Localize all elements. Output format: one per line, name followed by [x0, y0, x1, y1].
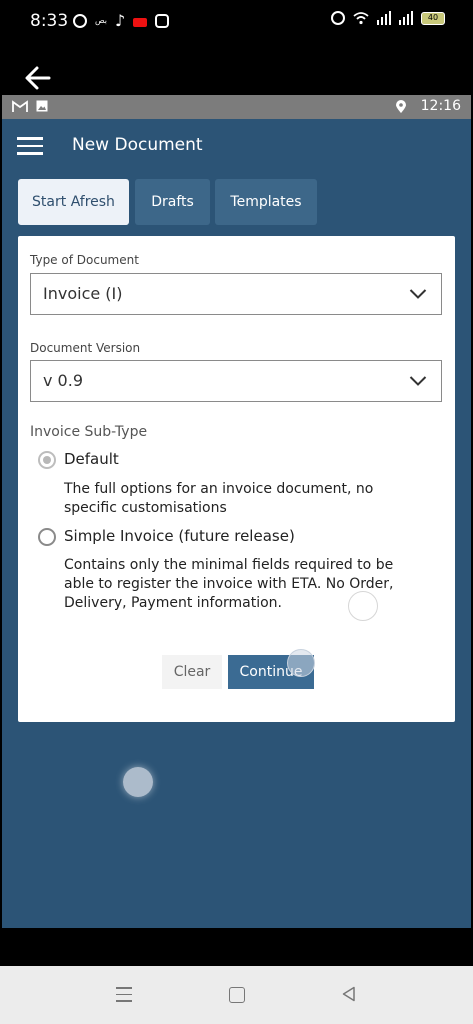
wifi-icon — [353, 12, 369, 25]
gmail-icon — [12, 100, 28, 112]
notification-icons: بص ♪ — [73, 11, 170, 30]
signal-icon — [377, 11, 391, 25]
instagram-icon — [155, 13, 170, 28]
phone-clock: 8:33 — [30, 11, 69, 31]
chevron-down-icon — [409, 376, 427, 386]
emulator-clock: 12:16 — [420, 98, 461, 114]
radio-simple-invoice[interactable] — [38, 528, 56, 546]
back-icon[interactable] — [341, 986, 357, 1002]
tab-start-afresh[interactable]: Start Afresh — [18, 179, 129, 225]
app-badge: بص — [95, 16, 108, 25]
system-icons: 40 — [331, 11, 445, 25]
location-icon — [396, 100, 406, 113]
signal-icon-2 — [399, 11, 413, 25]
document-type-label: Type of Document — [30, 253, 139, 267]
alarm-icon — [331, 11, 345, 25]
emulator-status-bar: 12:16 — [2, 95, 471, 119]
whatsapp-icon — [73, 13, 87, 28]
document-version-value: v 0.9 — [43, 371, 83, 390]
recent-apps-icon[interactable] — [116, 987, 132, 1007]
battery-icon: 40 — [421, 11, 445, 25]
document-form-card: Type of Document Invoice (I) Document Ve… — [18, 236, 455, 722]
radio-default[interactable] — [38, 451, 56, 469]
menu-icon[interactable] — [17, 137, 43, 155]
back-arrow-icon[interactable] — [22, 62, 54, 94]
option-simple-invoice-label[interactable]: Simple Invoice (future release) — [64, 527, 295, 545]
tab-drafts[interactable]: Drafts — [135, 179, 210, 225]
touch-indicator — [287, 649, 315, 677]
app-header: New Document — [2, 119, 471, 171]
document-type-value: Invoice (I) — [43, 284, 123, 303]
tab-templates[interactable]: Templates — [215, 179, 317, 225]
touch-indicator — [348, 591, 378, 621]
invoice-subtype-label: Invoice Sub-Type — [30, 424, 148, 440]
home-icon[interactable] — [229, 987, 245, 1003]
phone-status-bar: 8:33 بص ♪ 40 — [0, 0, 473, 44]
clear-button[interactable]: Clear — [162, 655, 222, 689]
image-icon — [36, 100, 48, 112]
app-screen: 12:16 New Document Start Afresh Drafts T… — [2, 95, 471, 928]
app-notification-icon — [133, 17, 148, 27]
touch-indicator — [123, 767, 153, 797]
chevron-down-icon — [409, 289, 427, 299]
document-version-label: Document Version — [30, 341, 141, 355]
document-version-select[interactable]: v 0.9 — [30, 360, 442, 402]
page-title: New Document — [72, 135, 203, 155]
option-default-label[interactable]: Default — [64, 450, 119, 468]
tiktok-icon: ♪ — [115, 11, 126, 30]
system-nav-bar — [0, 966, 473, 1024]
option-default-description: The full options for an invoice document… — [64, 481, 374, 516]
document-type-select[interactable]: Invoice (I) — [30, 273, 442, 315]
